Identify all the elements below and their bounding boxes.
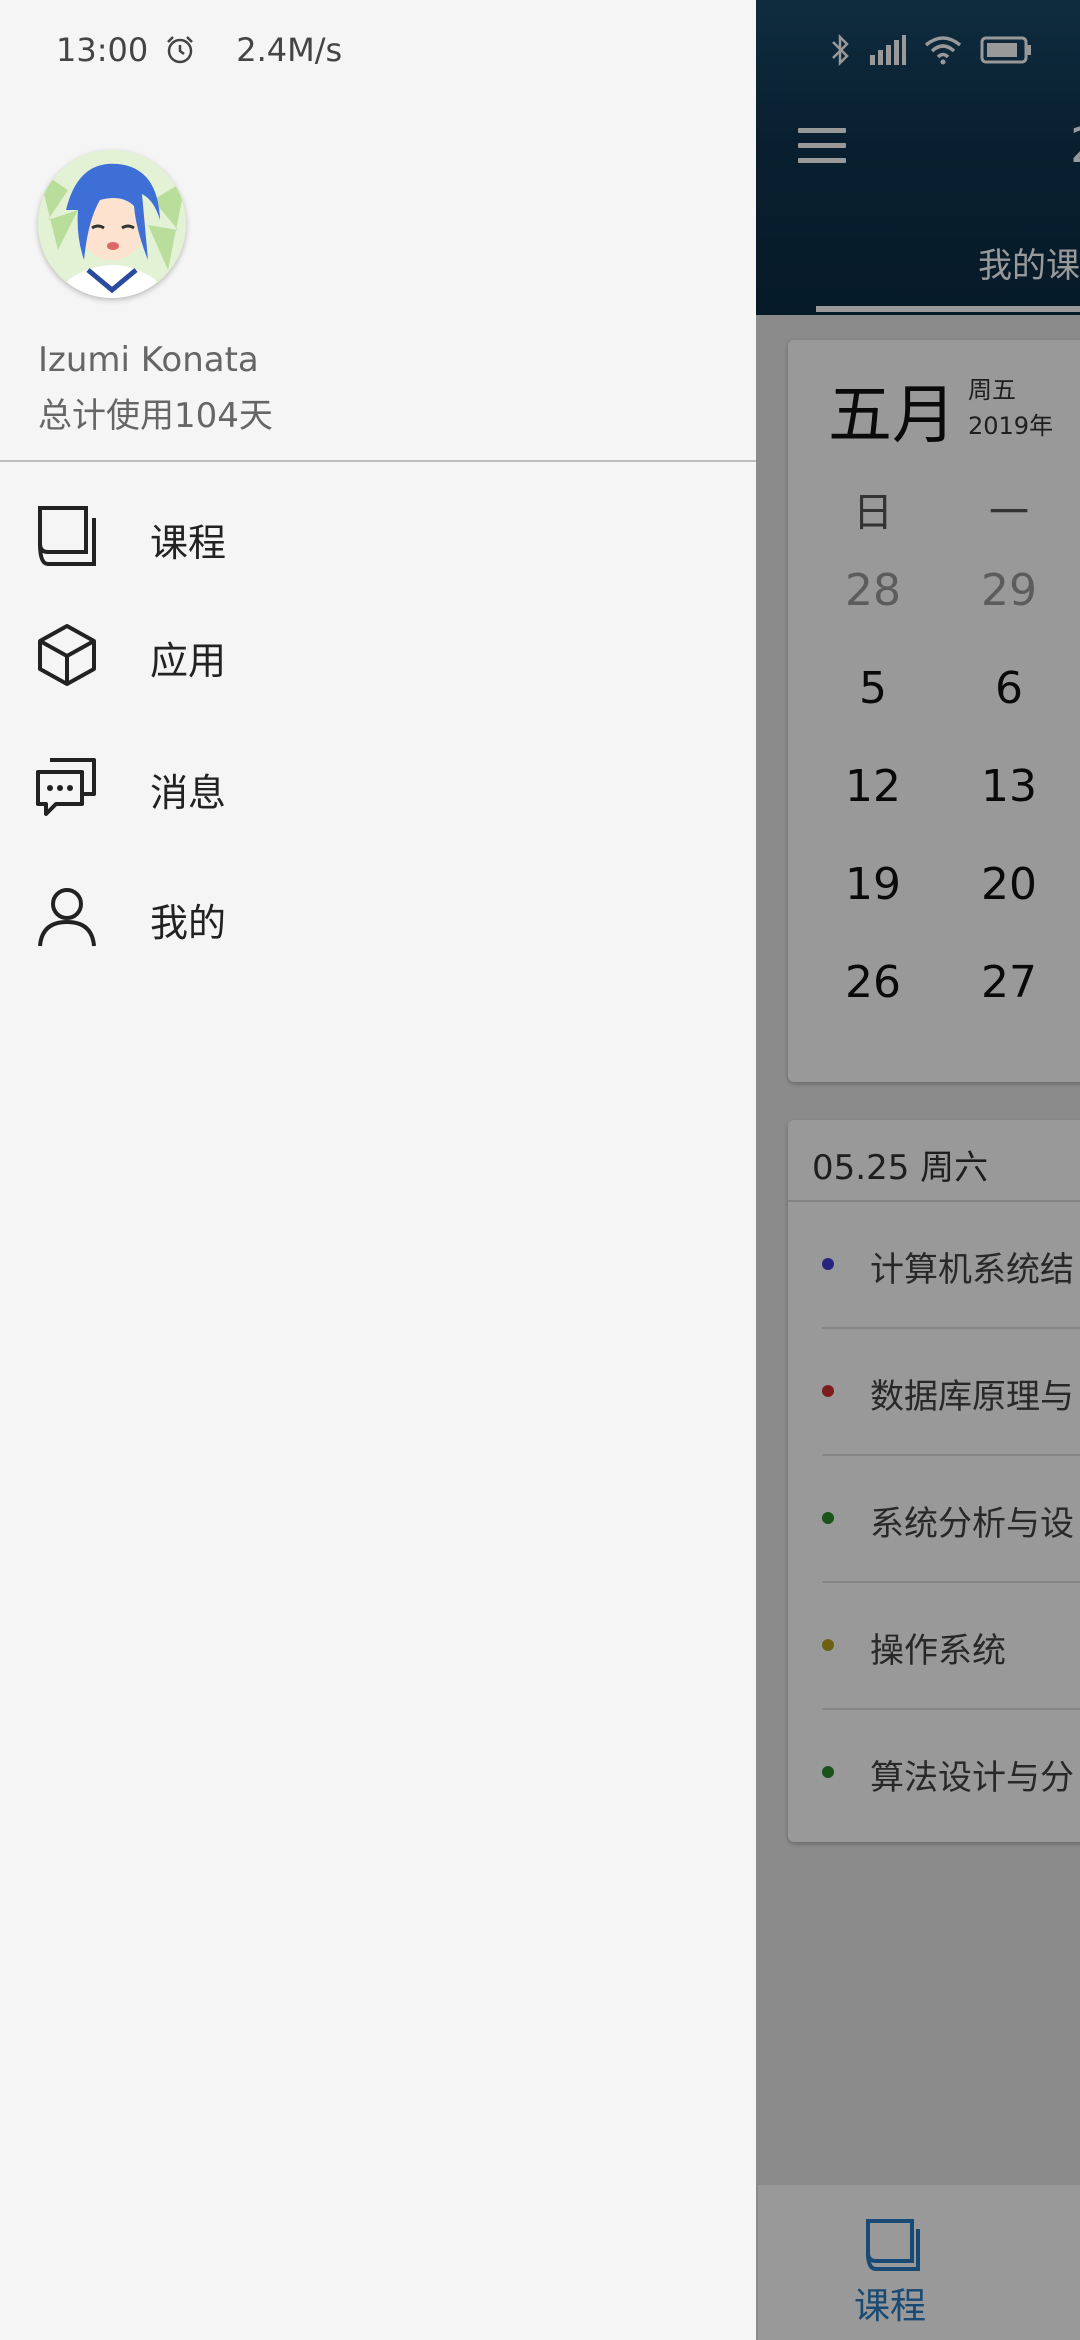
- net-speed: 2.4M/s: [236, 31, 343, 69]
- drawer-item-messages[interactable]: 消息: [0, 732, 756, 842]
- avatar[interactable]: [38, 150, 186, 298]
- divider: [0, 460, 756, 462]
- drawer-item-label: 我的: [150, 901, 227, 945]
- drawer-item-courses[interactable]: 课程: [0, 482, 756, 592]
- usage-days: 总计使用104天: [38, 396, 273, 436]
- person-icon: [38, 888, 96, 947]
- cube-icon: [38, 624, 96, 686]
- drawer-item-label: 应用: [150, 639, 227, 683]
- user-name: Izumi Konata: [38, 340, 259, 380]
- navigation-drawer: 13:00 2.4M/s Izumi Konata 总计使用104天 课程 应用…: [0, 0, 756, 2340]
- alarm-icon: [167, 36, 194, 64]
- drawer-item-mine[interactable]: 我的: [0, 862, 756, 972]
- book-icon: [38, 506, 96, 566]
- status-time: 13:00: [56, 31, 149, 69]
- chat-icon: [36, 758, 96, 816]
- status-bar-left: 13:00 2.4M/s: [56, 30, 342, 70]
- drawer-item-apps[interactable]: 应用: [0, 600, 756, 710]
- drawer-item-label: 消息: [150, 771, 227, 815]
- drawer-item-label: 课程: [150, 521, 227, 565]
